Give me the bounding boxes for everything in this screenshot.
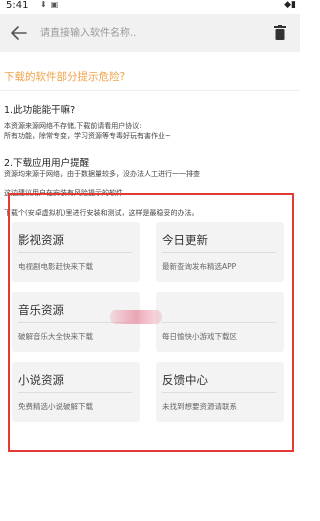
card-today-updates[interactable]: 今日更新 最新查询发布精选APP [156,222,284,282]
card-subtitle: 每日愉快小游戏下载区 [162,332,237,341]
card-title: 音乐资源 [18,303,64,317]
notice-title: 下载的软件部分提示危险? [4,71,126,83]
card-title: 影视资源 [18,233,64,247]
trash-icon[interactable] [274,25,286,40]
card-subtitle: 最新查询发布精选APP [162,262,237,271]
status-icons-right: ◆▮ [284,0,296,10]
notification-icon: ▣ [50,0,63,9]
blurred-watermark [110,310,162,324]
section-heading-2: 2.下载应用用户提醒 [4,158,90,169]
search-bar [0,14,300,52]
card-title: 今日更新 [162,233,208,247]
card-divider [18,252,132,253]
card-subtitle: 破解音乐大全快来下载 [18,332,93,341]
card-video-resources[interactable]: 影视资源 电视剧电影赶快来下载 [12,222,140,282]
card-subtitle: 未找到想要资源请联系 [162,402,237,411]
download-icon: ⬇ [40,0,51,9]
card-feedback-center[interactable]: 反馈中心 未找到想要资源请联系 [156,362,284,422]
card-divider [162,392,276,393]
card-divider [162,322,276,323]
card-novel-resources[interactable]: 小说资源 免费精选小说破解下载 [12,362,140,422]
card-divider [162,252,276,253]
section-1-line-2: 所有功能，除常专变，学习资源等专毒好玩有害作业~ [4,132,171,140]
back-arrow-icon[interactable] [10,25,28,41]
card-title: 小说资源 [18,373,64,387]
card-divider [18,392,132,393]
status-bar: 5:41 ⬇▣ ◆▮ [0,0,300,14]
wifi-icon: ◆ [284,0,292,10]
battery-icon: ▮ [291,0,296,10]
section-2-line-1: 资源均来源于网络，由于数据量较多，没办法人工进行一一排查 [4,170,200,178]
search-input[interactable] [40,24,250,42]
status-time: 5:41 [6,0,29,11]
divider [0,90,300,91]
card-subtitle: 电视剧电影赶快来下载 [18,262,93,271]
status-icons-left: ⬇▣ [40,0,62,9]
section-1-line-1: 本资源来源网络不存储,下载前请看用户协议: [4,122,142,130]
section-heading-1: 1.此功能能干嘛? [4,105,76,116]
card-title: 反馈中心 [162,373,208,387]
card-subtitle: 免费精选小说破解下载 [18,402,93,411]
card-games[interactable]: 每日愉快小游戏下载区 [156,292,284,352]
